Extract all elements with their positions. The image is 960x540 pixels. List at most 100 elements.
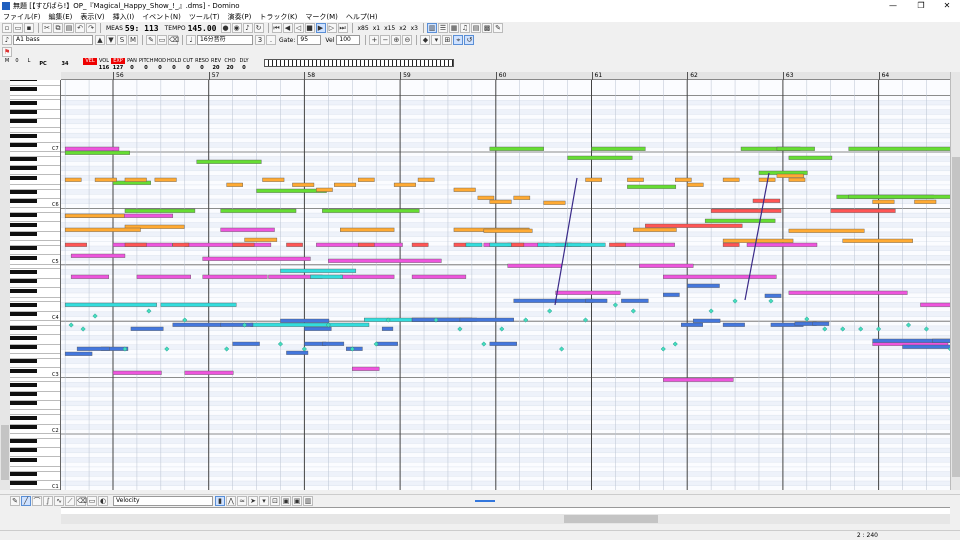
orange-note[interactable] <box>154 177 177 182</box>
white-key[interactable] <box>10 396 60 402</box>
mixer-icon[interactable]: ▩ <box>482 23 492 33</box>
vertical-scrollbar[interactable] <box>950 72 960 490</box>
arrow-icon[interactable]: ➤ <box>248 496 258 506</box>
black-key[interactable] <box>10 166 37 171</box>
orange-note[interactable] <box>675 177 692 182</box>
magenta-note[interactable] <box>184 370 234 375</box>
speed-x1[interactable]: x1 <box>373 25 380 32</box>
prev-measure-icon[interactable]: ◁ <box>293 23 304 33</box>
blue-note[interactable] <box>375 341 398 346</box>
speed-x3[interactable]: x3 <box>411 25 418 32</box>
orange-note[interactable] <box>244 237 278 242</box>
menu-view[interactable]: 表示(V) <box>80 12 104 22</box>
green-note[interactable] <box>788 155 833 160</box>
bar-graph-icon[interactable]: ▮ <box>215 496 225 506</box>
dotted-icon[interactable]: . <box>266 35 276 45</box>
select-tool-icon[interactable]: ▭ <box>87 496 97 506</box>
rewind-icon[interactable]: ◀ <box>282 23 293 33</box>
magenta-note[interactable] <box>64 146 120 151</box>
magenta-note[interactable] <box>352 366 380 371</box>
snap-icon[interactable]: ⌖ <box>453 35 464 45</box>
ctrl-pan-value[interactable]: 0 <box>125 65 139 71</box>
measure-number[interactable]: 60 <box>495 72 506 80</box>
palette-icon[interactable]: ◐ <box>98 496 108 506</box>
blue-note[interactable] <box>220 322 254 327</box>
measure-number[interactable]: 59 <box>400 72 411 80</box>
white-key[interactable] <box>10 114 60 120</box>
green-note[interactable] <box>591 146 646 151</box>
measure-number[interactable]: 57 <box>208 72 219 80</box>
magenta-note[interactable] <box>663 274 777 279</box>
cyan-note[interactable] <box>489 242 512 247</box>
white-key[interactable] <box>10 96 60 101</box>
blue-note[interactable] <box>722 322 745 327</box>
white-key[interactable] <box>10 476 60 481</box>
white-key[interactable] <box>10 194 60 199</box>
orange-note[interactable] <box>722 177 740 182</box>
magenta-note[interactable] <box>340 274 395 279</box>
magenta-note[interactable] <box>663 377 734 382</box>
blue-note[interactable] <box>621 298 649 303</box>
white-key[interactable] <box>10 453 60 458</box>
next-measure-icon[interactable]: ▷ <box>326 23 337 33</box>
orange-note[interactable] <box>489 199 512 204</box>
midi-in-icon[interactable]: ♪ <box>242 23 253 33</box>
white-key[interactable] <box>10 354 60 359</box>
black-key[interactable] <box>10 401 37 406</box>
green-note[interactable] <box>627 184 677 189</box>
white-key[interactable] <box>10 152 60 157</box>
velocity-input[interactable]: 100 <box>336 35 361 45</box>
brush-icon[interactable]: ▾ <box>259 496 269 506</box>
tool-settings-icon[interactable]: ✎ <box>493 23 503 33</box>
step-record-icon[interactable]: ◉ <box>231 23 242 33</box>
blue-note[interactable] <box>304 326 332 331</box>
black-key[interactable] <box>10 255 37 260</box>
red-note[interactable] <box>358 242 375 247</box>
black-key[interactable] <box>10 80 37 82</box>
black-key[interactable] <box>10 415 37 420</box>
black-key[interactable] <box>10 345 37 349</box>
wave-graph-icon[interactable]: ≈ <box>237 496 247 506</box>
blue-note[interactable] <box>764 293 782 298</box>
black-key[interactable] <box>10 157 37 161</box>
menu-file[interactable]: ファイル(F) <box>3 12 41 22</box>
white-key[interactable] <box>10 420 60 425</box>
vertical-scroll-thumb[interactable] <box>952 157 960 477</box>
zoom-out-icon[interactable]: − <box>380 35 391 45</box>
curve-tool-icon[interactable]: ⌒ <box>32 496 42 506</box>
velocity-pane[interactable] <box>61 500 950 514</box>
black-key[interactable] <box>10 335 37 340</box>
black-key[interactable] <box>10 142 37 147</box>
white-key[interactable] <box>10 321 60 326</box>
curve2-tool-icon[interactable]: ∫ <box>43 496 53 506</box>
keyboard-scroll-thumb[interactable] <box>1 425 9 480</box>
red-note[interactable] <box>752 198 781 203</box>
maximize-button[interactable]: ❐ <box>910 0 932 11</box>
blue-note[interactable] <box>663 292 680 297</box>
red-note[interactable] <box>64 242 87 247</box>
black-key[interactable] <box>10 199 37 204</box>
close-button[interactable]: ✕ <box>936 0 958 11</box>
black-key[interactable] <box>10 189 37 194</box>
menu-mark[interactable]: マーク(M) <box>305 12 338 22</box>
select-icon[interactable]: ▭ <box>157 35 167 45</box>
cyan-note[interactable] <box>280 268 357 273</box>
white-key[interactable] <box>10 237 60 242</box>
white-key[interactable] <box>10 241 60 246</box>
blue-note[interactable] <box>322 341 345 346</box>
white-key[interactable] <box>10 307 60 312</box>
menu-insert[interactable]: 挿入(I) <box>113 12 135 22</box>
rewind-start-icon[interactable]: ⏮ <box>271 23 282 33</box>
marker-icon[interactable]: ⚑ <box>2 47 12 57</box>
blue-note[interactable] <box>812 321 830 326</box>
magenta-note[interactable] <box>220 227 275 232</box>
measure-number[interactable]: 58 <box>304 72 315 80</box>
green-note[interactable] <box>220 208 297 213</box>
green-note[interactable] <box>567 155 633 160</box>
display-option2-icon[interactable]: ▣ <box>292 496 302 506</box>
black-key[interactable] <box>10 457 37 462</box>
blue-note[interactable] <box>280 318 330 323</box>
white-key[interactable] <box>10 406 60 411</box>
white-key[interactable] <box>10 467 60 472</box>
stop-icon[interactable]: ■ <box>304 23 315 33</box>
